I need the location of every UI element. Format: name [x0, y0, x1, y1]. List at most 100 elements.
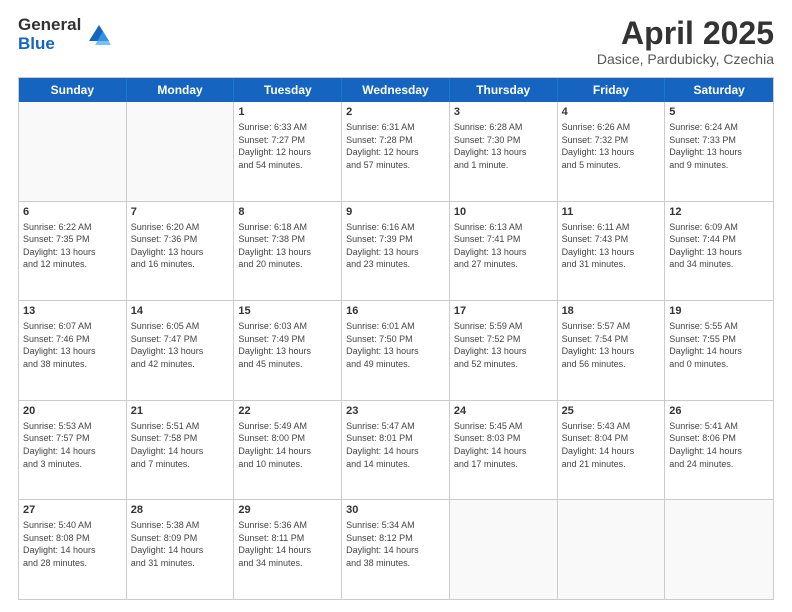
calendar-cell: 4Sunrise: 6:26 AM Sunset: 7:32 PM Daylig…: [558, 102, 666, 201]
day-number: 2: [346, 105, 445, 120]
header-day: Saturday: [665, 78, 773, 102]
day-number: 15: [238, 304, 337, 319]
logo-icon: [85, 21, 113, 49]
calendar-cell: 10Sunrise: 6:13 AM Sunset: 7:41 PM Dayli…: [450, 202, 558, 301]
calendar-cell: 24Sunrise: 5:45 AM Sunset: 8:03 PM Dayli…: [450, 401, 558, 500]
day-number: 3: [454, 105, 553, 120]
header-day: Thursday: [450, 78, 558, 102]
calendar-row: 27Sunrise: 5:40 AM Sunset: 8:08 PM Dayli…: [19, 500, 773, 599]
calendar-cell: 9Sunrise: 6:16 AM Sunset: 7:39 PM Daylig…: [342, 202, 450, 301]
cell-info: Sunrise: 6:26 AM Sunset: 7:32 PM Dayligh…: [562, 121, 661, 171]
cell-info: Sunrise: 6:05 AM Sunset: 7:47 PM Dayligh…: [131, 320, 230, 370]
cell-info: Sunrise: 5:36 AM Sunset: 8:11 PM Dayligh…: [238, 519, 337, 569]
calendar-cell: 23Sunrise: 5:47 AM Sunset: 8:01 PM Dayli…: [342, 401, 450, 500]
day-number: 25: [562, 404, 661, 419]
calendar-cell: 20Sunrise: 5:53 AM Sunset: 7:57 PM Dayli…: [19, 401, 127, 500]
header-day: Tuesday: [234, 78, 342, 102]
cell-info: Sunrise: 5:45 AM Sunset: 8:03 PM Dayligh…: [454, 420, 553, 470]
cell-info: Sunrise: 5:51 AM Sunset: 7:58 PM Dayligh…: [131, 420, 230, 470]
title-block: April 2025 Dasice, Pardubicky, Czechia: [597, 16, 774, 67]
day-number: 7: [131, 205, 230, 220]
calendar-row: 1Sunrise: 6:33 AM Sunset: 7:27 PM Daylig…: [19, 102, 773, 202]
calendar-cell: 27Sunrise: 5:40 AM Sunset: 8:08 PM Dayli…: [19, 500, 127, 599]
calendar-cell: 12Sunrise: 6:09 AM Sunset: 7:44 PM Dayli…: [665, 202, 773, 301]
cell-info: Sunrise: 5:41 AM Sunset: 8:06 PM Dayligh…: [669, 420, 769, 470]
calendar-body: 1Sunrise: 6:33 AM Sunset: 7:27 PM Daylig…: [19, 102, 773, 599]
cell-info: Sunrise: 6:03 AM Sunset: 7:49 PM Dayligh…: [238, 320, 337, 370]
day-number: 21: [131, 404, 230, 419]
header-day: Monday: [127, 78, 235, 102]
day-number: 19: [669, 304, 769, 319]
calendar-cell: 26Sunrise: 5:41 AM Sunset: 8:06 PM Dayli…: [665, 401, 773, 500]
calendar-cell: 1Sunrise: 6:33 AM Sunset: 7:27 PM Daylig…: [234, 102, 342, 201]
cell-info: Sunrise: 6:16 AM Sunset: 7:39 PM Dayligh…: [346, 221, 445, 271]
calendar-cell: [19, 102, 127, 201]
day-number: 13: [23, 304, 122, 319]
cell-info: Sunrise: 5:49 AM Sunset: 8:00 PM Dayligh…: [238, 420, 337, 470]
calendar-cell: 22Sunrise: 5:49 AM Sunset: 8:00 PM Dayli…: [234, 401, 342, 500]
calendar-cell: 21Sunrise: 5:51 AM Sunset: 7:58 PM Dayli…: [127, 401, 235, 500]
day-number: 6: [23, 205, 122, 220]
calendar-cell: 6Sunrise: 6:22 AM Sunset: 7:35 PM Daylig…: [19, 202, 127, 301]
logo-general: General: [18, 16, 81, 35]
month-title: April 2025: [597, 16, 774, 51]
day-number: 16: [346, 304, 445, 319]
calendar-cell: [127, 102, 235, 201]
day-number: 12: [669, 205, 769, 220]
day-number: 17: [454, 304, 553, 319]
calendar-cell: 17Sunrise: 5:59 AM Sunset: 7:52 PM Dayli…: [450, 301, 558, 400]
calendar-cell: 3Sunrise: 6:28 AM Sunset: 7:30 PM Daylig…: [450, 102, 558, 201]
cell-info: Sunrise: 6:11 AM Sunset: 7:43 PM Dayligh…: [562, 221, 661, 271]
calendar-cell: [450, 500, 558, 599]
subtitle: Dasice, Pardubicky, Czechia: [597, 51, 774, 67]
day-number: 29: [238, 503, 337, 518]
day-number: 28: [131, 503, 230, 518]
calendar-cell: 5Sunrise: 6:24 AM Sunset: 7:33 PM Daylig…: [665, 102, 773, 201]
calendar-cell: 11Sunrise: 6:11 AM Sunset: 7:43 PM Dayli…: [558, 202, 666, 301]
cell-info: Sunrise: 6:33 AM Sunset: 7:27 PM Dayligh…: [238, 121, 337, 171]
cell-info: Sunrise: 5:38 AM Sunset: 8:09 PM Dayligh…: [131, 519, 230, 569]
calendar-cell: 8Sunrise: 6:18 AM Sunset: 7:38 PM Daylig…: [234, 202, 342, 301]
logo: General Blue: [18, 16, 113, 53]
day-number: 5: [669, 105, 769, 120]
calendar-cell: 18Sunrise: 5:57 AM Sunset: 7:54 PM Dayli…: [558, 301, 666, 400]
cell-info: Sunrise: 6:18 AM Sunset: 7:38 PM Dayligh…: [238, 221, 337, 271]
cell-info: Sunrise: 5:55 AM Sunset: 7:55 PM Dayligh…: [669, 320, 769, 370]
day-number: 8: [238, 205, 337, 220]
cell-info: Sunrise: 6:24 AM Sunset: 7:33 PM Dayligh…: [669, 121, 769, 171]
page: General Blue April 2025 Dasice, Pardubic…: [0, 0, 792, 612]
cell-info: Sunrise: 5:57 AM Sunset: 7:54 PM Dayligh…: [562, 320, 661, 370]
day-number: 24: [454, 404, 553, 419]
cell-info: Sunrise: 5:43 AM Sunset: 8:04 PM Dayligh…: [562, 420, 661, 470]
header-day: Wednesday: [342, 78, 450, 102]
logo-blue: Blue: [18, 35, 81, 54]
calendar-row: 6Sunrise: 6:22 AM Sunset: 7:35 PM Daylig…: [19, 202, 773, 302]
day-number: 11: [562, 205, 661, 220]
calendar-cell: 30Sunrise: 5:34 AM Sunset: 8:12 PM Dayli…: [342, 500, 450, 599]
calendar-cell: 25Sunrise: 5:43 AM Sunset: 8:04 PM Dayli…: [558, 401, 666, 500]
day-number: 1: [238, 105, 337, 120]
cell-info: Sunrise: 6:31 AM Sunset: 7:28 PM Dayligh…: [346, 121, 445, 171]
day-number: 23: [346, 404, 445, 419]
day-number: 18: [562, 304, 661, 319]
cell-info: Sunrise: 6:22 AM Sunset: 7:35 PM Dayligh…: [23, 221, 122, 271]
day-number: 4: [562, 105, 661, 120]
day-number: 26: [669, 404, 769, 419]
day-number: 14: [131, 304, 230, 319]
calendar-cell: 7Sunrise: 6:20 AM Sunset: 7:36 PM Daylig…: [127, 202, 235, 301]
calendar-cell: [558, 500, 666, 599]
day-number: 30: [346, 503, 445, 518]
cell-info: Sunrise: 6:07 AM Sunset: 7:46 PM Dayligh…: [23, 320, 122, 370]
calendar: SundayMondayTuesdayWednesdayThursdayFrid…: [18, 77, 774, 600]
header: General Blue April 2025 Dasice, Pardubic…: [18, 16, 774, 67]
calendar-cell: 29Sunrise: 5:36 AM Sunset: 8:11 PM Dayli…: [234, 500, 342, 599]
cell-info: Sunrise: 5:34 AM Sunset: 8:12 PM Dayligh…: [346, 519, 445, 569]
day-number: 20: [23, 404, 122, 419]
cell-info: Sunrise: 6:09 AM Sunset: 7:44 PM Dayligh…: [669, 221, 769, 271]
day-number: 22: [238, 404, 337, 419]
calendar-cell: 2Sunrise: 6:31 AM Sunset: 7:28 PM Daylig…: [342, 102, 450, 201]
header-day: Sunday: [19, 78, 127, 102]
calendar-row: 20Sunrise: 5:53 AM Sunset: 7:57 PM Dayli…: [19, 401, 773, 501]
cell-info: Sunrise: 5:59 AM Sunset: 7:52 PM Dayligh…: [454, 320, 553, 370]
cell-info: Sunrise: 6:28 AM Sunset: 7:30 PM Dayligh…: [454, 121, 553, 171]
